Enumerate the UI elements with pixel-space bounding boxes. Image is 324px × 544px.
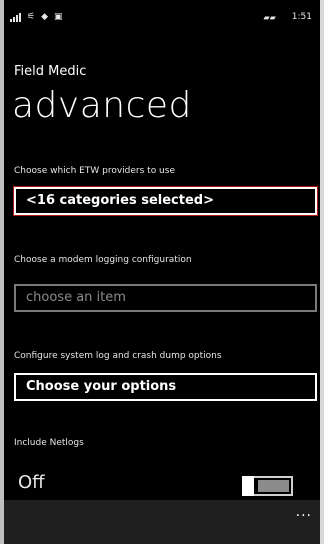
system-log-label: Configure system log and crash dump opti… bbox=[14, 351, 222, 361]
phone-frame bbox=[0, 0, 324, 544]
netlogs-toggle[interactable] bbox=[242, 476, 293, 496]
more-options-icon[interactable]: ... bbox=[296, 504, 312, 520]
toggle-track bbox=[258, 480, 289, 492]
modem-logging-label: Choose a modem logging configuration bbox=[14, 255, 192, 265]
notification-icon: ◆ bbox=[41, 12, 48, 22]
battery-icon: ▰▰ bbox=[263, 12, 276, 22]
status-bar: ⚟ ◆ ▣ ▰▰ 1:51 bbox=[10, 12, 312, 26]
page-title: advanced bbox=[12, 85, 192, 126]
netlogs-label: Include Netlogs bbox=[14, 438, 84, 448]
system-log-options-button[interactable]: Choose your options bbox=[14, 373, 317, 401]
clock: 1:51 bbox=[291, 12, 312, 22]
modem-logging-picker[interactable]: choose an item bbox=[14, 284, 317, 312]
message-icon: ▣ bbox=[54, 12, 63, 22]
app-bar: ... bbox=[4, 500, 320, 544]
etw-providers-label: Choose which ETW providers to use bbox=[14, 166, 175, 176]
netlogs-state-text: Off bbox=[18, 472, 45, 493]
etw-providers-selector[interactable]: <16 categories selected> bbox=[14, 187, 317, 215]
app-title: Field Medic bbox=[14, 64, 87, 79]
signal-strength-icon bbox=[10, 12, 21, 22]
toggle-knob[interactable] bbox=[242, 476, 254, 496]
data-connection-icon: ⚟ bbox=[27, 12, 36, 22]
